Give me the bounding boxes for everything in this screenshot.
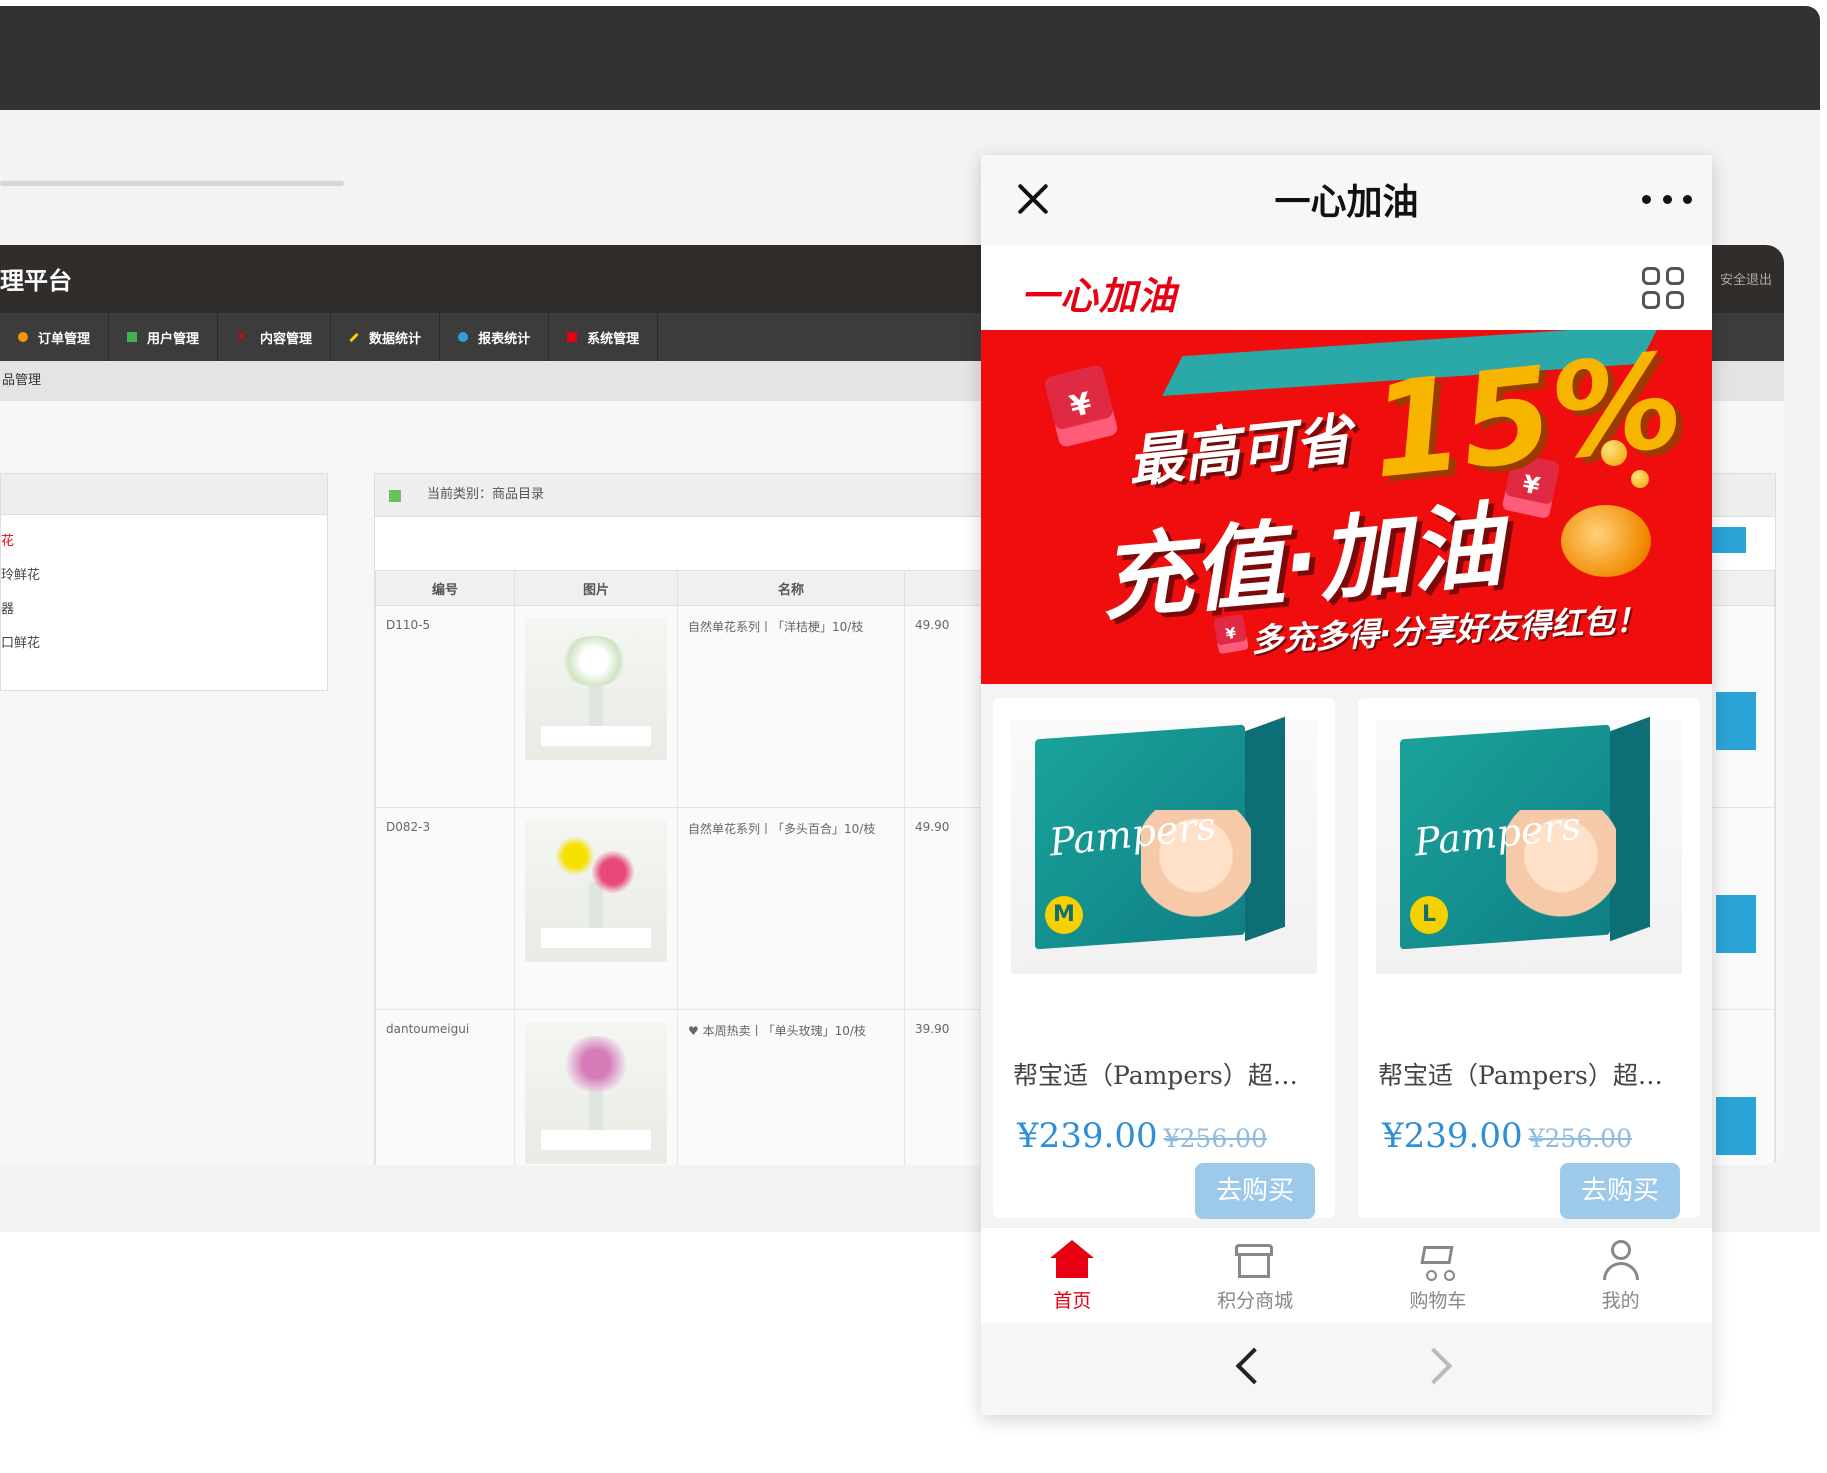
tab-label: 首页 [1053,1290,1092,1312]
tab-bar: 首页 积分商城 购物车 我的 [981,1227,1712,1323]
coin-icon [1631,470,1649,488]
forward-icon[interactable] [1415,1347,1453,1385]
cross-icon: ✕ [236,329,248,345]
category-item[interactable]: 口鲜花 [1,627,327,661]
product-name: 自然单花系列丨「多头百合」10/枝 [677,807,905,1010]
tab-cart[interactable]: 购物车 [1347,1228,1530,1323]
current-price: ¥239.00 [1382,1116,1523,1156]
product-size-badge: M [1045,896,1083,934]
product-name: ♥ 本周热卖丨「单头玫瑰」10/枝 [677,1009,905,1165]
tab-home[interactable]: 首页 [981,1228,1164,1323]
nav-item-label: 订单管理 [38,331,91,347]
original-price: ¥256.00 [1528,1124,1632,1153]
nav-item-label: 数据统计 [369,331,422,347]
system-icon [567,332,578,342]
grid-menu-icon[interactable] [1642,267,1684,309]
tab-points-mall[interactable]: 积分商城 [1164,1228,1347,1323]
product-name: 帮宝适（Pampers）超薄干爽纸尿裤 [1013,1061,1313,1090]
app-logo: 一心加油 [1021,274,1178,318]
product-price: ¥239.00 ¥256.00 [1382,1116,1632,1156]
product-price: ¥239.00 ¥256.00 [1017,1116,1267,1156]
orders-icon [18,332,28,342]
product-image-cell [514,605,678,808]
product-image-cell [514,1009,678,1165]
logout-link[interactable]: 安全退出 [1720,269,1772,288]
reports-icon [458,332,469,342]
category-item[interactable]: 花 [1,525,327,559]
product-image: Pampers L [1376,716,1682,974]
product-name: 自然单花系列丨「洋桔梗」10/枝 [677,605,905,808]
nav-item-label: 系统管理 [587,331,640,347]
coin-icon [1601,440,1627,466]
buy-button[interactable]: 去购买 [1195,1163,1315,1219]
app-header: 一心加油 [981,245,1712,330]
product-card[interactable]: Pampers M 帮宝适（Pampers）超薄干爽纸尿裤 ¥239.00¥25… [993,698,1335,1219]
tab-label: 积分商城 [1217,1290,1294,1312]
product-name: 帮宝适（Pampers）超薄干爽纸尿裤 [1378,1061,1678,1090]
cart-icon [1416,1240,1460,1281]
tab-profile[interactable]: 我的 [1529,1228,1712,1323]
browser-nav-bar [981,1323,1712,1415]
back-icon[interactable] [1235,1347,1273,1385]
red-envelope-icon [1043,363,1119,449]
edit-button[interactable] [1716,692,1756,750]
product-image [525,618,667,760]
browser-titlebar [0,6,1820,110]
promo-banner[interactable]: 最高可省 15% 充值·加油 多充多得·分享好友得红包！ [981,330,1712,684]
original-price: ¥256.00 [1163,1124,1267,1153]
address-bar[interactable] [0,181,344,186]
product-image: Pampers M [1011,716,1317,974]
edit-button[interactable] [1716,1097,1756,1155]
nav-item-label: 内容管理 [260,331,313,347]
more-icon[interactable] [1642,179,1692,219]
nav-item-reports[interactable]: 报表统计 [440,313,550,361]
column-header: 名称 [677,570,905,606]
mini-program-window: 一心加油 一心加油 最高可省 15% 充值·加油 多充多得·分享好友得红包！ P… [981,155,1712,1415]
product-size-badge: L [1410,896,1448,934]
category-panel: 花 玲鲜花 器 口鲜花 [0,473,328,691]
user-icon [1599,1240,1643,1280]
nav-item-stats[interactable]: 数据统计 [331,313,441,361]
product-code: dantoumeigui [375,1009,515,1165]
users-icon [127,332,138,342]
folder-icon [389,490,401,502]
category-item[interactable]: 玲鲜花 [1,559,327,593]
mini-program-title: 一心加油 [1274,182,1419,223]
pencil-icon [349,332,359,342]
nav-item-orders[interactable]: 订单管理 [0,313,110,361]
category-item[interactable]: 器 [1,593,327,627]
nav-item-label: 报表统计 [478,331,531,347]
nav-item-label: 用户管理 [147,331,200,347]
mini-program-titlebar: 一心加油 [981,155,1712,245]
edit-button[interactable] [1716,895,1756,953]
piggy-bank-icon [1561,505,1651,577]
category-panel-header [1,474,327,515]
column-header: 图片 [514,570,678,606]
store-icon [1233,1240,1277,1280]
column-header: 编号 [375,570,515,606]
admin-title: 理平台 [0,267,72,295]
buy-button[interactable]: 去购买 [1560,1163,1680,1219]
product-code: D110-5 [375,605,515,808]
product-code: D082-3 [375,807,515,1010]
banner-headline: 最高可省 [1124,407,1355,496]
nav-item-content[interactable]: ✕ 内容管理 [218,313,332,361]
current-price: ¥239.00 [1017,1116,1158,1156]
tab-label: 购物车 [1409,1290,1467,1312]
product-card[interactable]: Pampers L 帮宝适（Pampers）超薄干爽纸尿裤 ¥239.00¥25… [1358,698,1700,1219]
nav-item-users[interactable]: 用户管理 [109,313,219,361]
home-icon [1050,1240,1095,1280]
product-image-cell [514,807,678,1010]
product-image [525,820,667,962]
product-image [525,1022,667,1164]
tab-label: 我的 [1601,1290,1640,1312]
nav-item-system[interactable]: 系统管理 [549,313,659,361]
current-category-label: 当前类别：商品目录 [427,487,545,502]
